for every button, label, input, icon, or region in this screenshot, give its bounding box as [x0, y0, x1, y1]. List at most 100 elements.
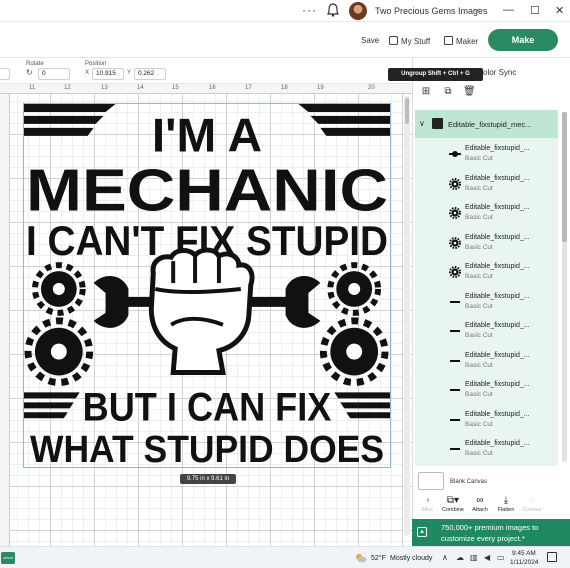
contour-label: Contour [522, 507, 542, 513]
layer-name: Editable_fixstupid_... [465, 263, 530, 270]
layer-group[interactable]: ∨ Editable_fixstupid_mec... [415, 110, 558, 138]
layer-row[interactable]: Editable_fixstupid_... Basic Cut [415, 317, 558, 347]
canvas-scrollbar[interactable] [404, 96, 410, 536]
minimize-button[interactable]: — [503, 4, 514, 16]
wrench-fist-icon [449, 151, 461, 157]
chevron-down-icon[interactable]: ⌵ [473, 4, 480, 15]
layers-scrollbar[interactable] [562, 112, 567, 462]
chevron-up-icon[interactable]: ∧ [442, 553, 448, 562]
line-icon [450, 448, 460, 450]
save-button[interactable]: Save [361, 36, 379, 45]
lower-right-stripes [334, 392, 390, 419]
flatten-icon: ⤓ [503, 495, 509, 506]
restore-button[interactable]: ☐ [530, 4, 540, 17]
attach-label: Attach [472, 507, 488, 513]
layer-name: Editable_fixstupid_... [465, 410, 530, 418]
rotate-input[interactable]: 0 [38, 68, 70, 80]
weather-description[interactable]: Mostly cloudy [390, 555, 432, 562]
layer-row[interactable]: Editable_fixstupid_... Basic Cut [415, 347, 558, 377]
network-icon[interactable]: ▥ [470, 553, 478, 562]
layer-row[interactable]: Editable_fixstupid_... Basic Cut [415, 406, 558, 436]
more-menu-icon[interactable]: ··· [302, 3, 317, 17]
ungroup-tooltip: Ungroup Shift + Ctrl + G [388, 68, 483, 81]
trash-icon[interactable]: 🗑 [463, 86, 476, 98]
layer-name: Editable_fixstupid_... [465, 381, 530, 388]
combine-button[interactable]: ⧉▾ Combine [440, 494, 466, 513]
line-icon [450, 359, 460, 362]
cloud-icon[interactable]: ☁ [456, 553, 464, 562]
top-left-stripes [24, 104, 116, 136]
layer-row[interactable]: Editable_fixstupid_... Basic Cut [415, 170, 558, 200]
flatten-button[interactable]: ⤓ Flatten [493, 494, 519, 513]
layer-name: Editable_fixstupid_... [465, 322, 530, 329]
chevron-down-icon[interactable]: ∨ [419, 119, 425, 128]
my-stuff-label: My Stuff [401, 37, 431, 46]
blank-canvas-swatch[interactable] [418, 472, 444, 490]
layer-row[interactable]: Editable_fixstupid_... Basic Cut [415, 288, 558, 318]
combine-icon: ⧉▾ [446, 495, 460, 506]
layer-name: Editable_fixstupid_... [465, 174, 530, 182]
size-field-partial[interactable] [0, 68, 10, 80]
layer-row[interactable]: Editable_fixstupid_... Basic Cut [415, 258, 558, 288]
scrollbar-thumb[interactable] [562, 112, 567, 242]
y-label: Y [127, 70, 132, 76]
layer-operation: Basic Cut [465, 332, 493, 339]
close-button[interactable]: ✕ [555, 4, 564, 17]
gear-icon [24, 317, 94, 386]
gear-icon [449, 266, 461, 278]
clock-date[interactable]: 1/11/2024 [510, 559, 538, 566]
layer-row[interactable]: Editable_fixstupid_... Basic Cut [415, 376, 558, 406]
battery-icon[interactable]: ▭ [497, 553, 505, 562]
headline-line-5: WHAT STUPID DOES [30, 429, 384, 468]
mechanic-design[interactable]: I'M A MECHANIC I CAN'T FIX STUPID BUT I … [23, 103, 391, 468]
position-x-input[interactable]: 10.915 [92, 68, 124, 80]
clock-time[interactable]: 9:45 AM [512, 550, 536, 557]
layer-row[interactable]: Editable_fixstupid_... Basic Cut [415, 199, 558, 229]
layer-name: Editable_fixstupid_... [465, 233, 530, 241]
scrollbar-thumb[interactable] [405, 98, 409, 124]
my-stuff-button[interactable]: My Stuff [389, 36, 430, 46]
notification-icon[interactable] [547, 552, 557, 562]
duplicate-icon[interactable]: ⧉ [442, 86, 454, 98]
maker-button[interactable]: Maker [444, 36, 478, 46]
machine-icon [444, 36, 453, 45]
make-button[interactable]: Make [488, 29, 558, 51]
attach-button[interactable]: ∞ Attach [467, 494, 493, 513]
app-taskbar-icon[interactable]: cricut [1, 552, 15, 564]
avatar[interactable] [349, 2, 367, 20]
layer-operation: Basic Cut [465, 243, 493, 251]
headline-line-1: I'M A [152, 110, 262, 163]
ruler-vertical [0, 94, 10, 546]
layer-operation: Basic Cut [465, 391, 493, 398]
promo-banner[interactable]: ▴ 750,000+ premium images to customize e… [412, 519, 570, 546]
ungroup-icon[interactable]: ⊞ [420, 86, 432, 98]
contour-button[interactable]: ◌ Contour [519, 494, 545, 513]
layer-row[interactable]: Editable_fixstupid_... Basic Cut [415, 229, 558, 259]
lower-left-stripes [24, 392, 80, 419]
gear-icon [31, 262, 86, 316]
weather-temperature[interactable]: 52°F [371, 555, 386, 562]
ruler-tick: 16 [209, 85, 216, 91]
layer-row[interactable]: Editable_fixstupid_... Basic Cut [415, 140, 558, 170]
x-label: X [85, 70, 90, 76]
slice-icon: ◑ [423, 495, 431, 506]
ruler-tick: 17 [245, 85, 252, 91]
slice-button[interactable]: ◑ Slice [414, 494, 440, 513]
line-icon [450, 389, 460, 391]
account-name[interactable]: Two Precious Gems Images [375, 6, 488, 16]
layer-name: Editable_fixstupid_... [465, 292, 530, 300]
folder-icon [389, 36, 398, 45]
layers-list: ∨ Editable_fixstupid_mec... Editable_fix… [415, 110, 558, 466]
gear-icon [449, 207, 461, 219]
bell-icon[interactable] [327, 3, 339, 17]
ruler-tick: 19 [317, 85, 324, 91]
volume-icon[interactable]: ◀ [484, 553, 490, 562]
ruler-tick: 15 [172, 85, 179, 91]
layer-operation: Basic Cut [465, 214, 493, 221]
layer-operation: Basic Cut [465, 273, 493, 280]
position-y-input[interactable]: 0.262 [134, 68, 166, 80]
slice-label: Slice [421, 507, 433, 513]
layer-row[interactable]: Editable_fixstupid_... Basic Cut [415, 435, 558, 465]
color-sync-tab[interactable]: olor Sync [483, 68, 516, 77]
promo-text: 750,000+ premium images to customize eve… [441, 523, 539, 543]
